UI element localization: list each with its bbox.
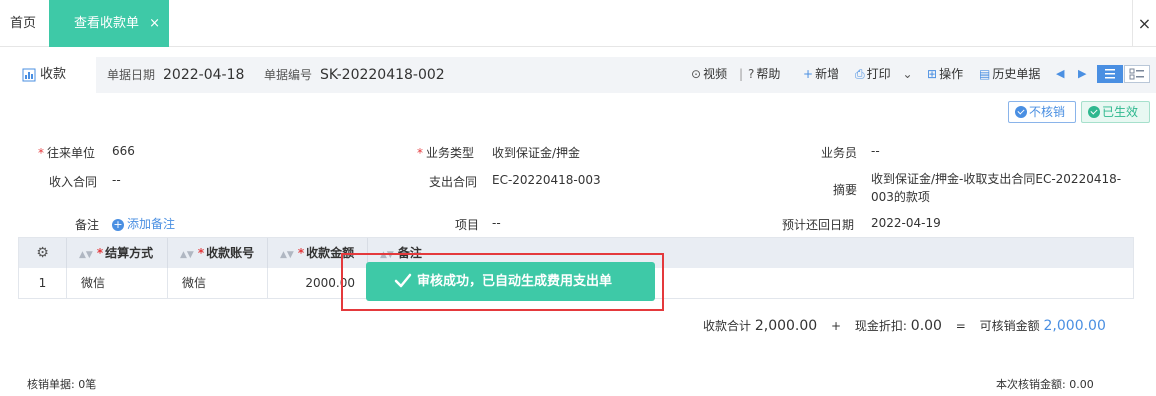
return-date-value: 2022-04-19 <box>871 216 941 230</box>
receipt-total-label: 收款合计 <box>703 319 752 333</box>
card-view-button[interactable] <box>1124 65 1150 83</box>
current-verify-amount: 本次核销金额: 0.00 <box>996 378 1094 391</box>
header-settlement-method[interactable]: ▲▼ * 结算方式 <box>67 238 168 268</box>
row-index: 1 <box>19 268 67 299</box>
grid-icon: ⊞ <box>927 67 938 81</box>
help-icon: ? <box>748 67 755 81</box>
check-circle-icon <box>1015 106 1027 118</box>
tab-close-icon[interactable]: × <box>149 0 160 47</box>
toolbar-separator: | <box>739 67 744 81</box>
check-circle-icon <box>1088 106 1100 118</box>
plus-sign: + <box>831 319 842 333</box>
tab-home[interactable]: 首页 <box>0 0 46 47</box>
remark-label: 备注 <box>75 218 100 232</box>
operate-label: 操作 <box>939 67 964 81</box>
summary-value: 收到保证金/押金-收取支出合同EC-20220418-003的款项 <box>871 172 1122 204</box>
status-effective-label: 已生效 <box>1102 105 1139 119</box>
close-all-tabs-icon[interactable]: × <box>1132 0 1156 47</box>
tab-bar: 首页 查看收款单 × × <box>0 0 1156 47</box>
add-label: 新增 <box>815 67 840 81</box>
prev-arrow-icon[interactable]: ◀ <box>1056 57 1064 91</box>
help-button[interactable]: ? 帮助 <box>748 57 780 91</box>
verifiable-label: 可核销金额 <box>979 319 1040 333</box>
discount-label: 现金折扣: <box>854 319 907 333</box>
sort-icon[interactable]: ▲▼ <box>280 250 294 260</box>
expense-contract-label: 支出合同 <box>429 175 478 189</box>
expense-contract-value[interactable]: EC-20220418-003 <box>492 173 601 187</box>
tab-view-receipt[interactable]: 查看收款单 × <box>49 0 169 47</box>
status-unverified-label: 不核销 <box>1029 105 1066 119</box>
gear-icon[interactable]: ⚙ <box>36 245 49 261</box>
add-button[interactable]: + 新增 <box>803 57 839 91</box>
column-settings[interactable]: ⚙ <box>19 238 67 268</box>
biz-type-label: * 业务类型 <box>417 146 475 160</box>
toast-message: 审核成功，已自动生成费用支出单 <box>417 274 613 289</box>
print-button[interactable]: ⎙ 打印 ⌄ <box>855 57 913 91</box>
project-label: 项目 <box>455 218 480 232</box>
totals-row: 收款合计 2,000.00 + 现金折扣: 0.00 = 可核销金额 2,000… <box>703 316 1106 336</box>
income-contract-value: -- <box>112 173 121 187</box>
status-badge-unverified: 不核销 <box>1008 101 1076 123</box>
summary-label: 摘要 <box>833 183 858 197</box>
equals-sign: = <box>955 319 966 333</box>
sort-icon[interactable]: ▲▼ <box>180 250 194 260</box>
history-button[interactable]: ▤ 历史单据 <box>979 57 1040 91</box>
printer-icon: ⎙ <box>855 67 865 81</box>
salesman-label: 业务员 <box>821 146 858 160</box>
verify-docs-count: 核销单据: 0笔 <box>27 378 97 391</box>
salesman-value: -- <box>871 144 880 158</box>
add-remark-label: 添加备注 <box>127 217 176 231</box>
help-label: 帮助 <box>756 67 781 81</box>
discount-value: 0.00 <box>910 318 942 334</box>
verifiable-value: 2,000.00 <box>1043 318 1106 334</box>
project-value: -- <box>492 216 501 230</box>
operate-button[interactable]: ⊞ 操作 <box>927 57 963 91</box>
chevron-down-icon[interactable]: ⌄ <box>902 67 912 81</box>
partner-value: 666 <box>112 144 135 158</box>
receipt-total-value: 2,000.00 <box>754 318 818 334</box>
success-toast: 审核成功，已自动生成费用支出单 <box>366 262 655 301</box>
add-remark-link[interactable]: + 添加备注 <box>112 215 175 232</box>
list-view-button[interactable] <box>1097 65 1123 83</box>
partner-label: * 往来单位 <box>38 146 96 160</box>
plus-icon: + <box>803 67 814 81</box>
header-receipt-account[interactable]: ▲▼ * 收款账号 <box>168 238 268 268</box>
history-label: 历史单据 <box>992 67 1041 81</box>
status-badge-effective: 已生效 <box>1081 101 1150 123</box>
income-contract-label: 收入合同 <box>49 175 98 189</box>
print-label: 打印 <box>866 67 891 81</box>
biz-type-value: 收到保证金/押金 <box>492 146 581 160</box>
document-header: 收款 单据日期 2022-04-18 单据编号 SK-20220418-002 ⊙ 视… <box>0 57 1156 93</box>
plus-circle-icon: + <box>112 218 124 231</box>
tab-view-receipt-label: 查看收款单 <box>74 16 140 31</box>
list-icon <box>1105 69 1115 79</box>
cell-receipt-account: 微信 <box>168 268 268 299</box>
card-list-icon <box>1129 68 1144 80</box>
video-label: 视频 <box>703 67 728 81</box>
checkmark-icon <box>394 273 412 288</box>
sort-icon[interactable]: ▲▼ <box>79 250 93 260</box>
toolbar: ⊙ 视频 | ? 帮助 + 新增 ⎙ 打印 ⌄ ⊞ 操作 ▤ 历史单据 ◀ ▶ <box>0 57 1156 93</box>
return-date-label: 预计还回日期 <box>782 218 855 232</box>
video-button[interactable]: ⊙ 视频 <box>691 57 727 91</box>
play-icon: ⊙ <box>691 67 702 81</box>
next-arrow-icon[interactable]: ▶ <box>1078 57 1086 91</box>
cell-settlement-method: 微信 <box>67 268 168 299</box>
document-icon: ▤ <box>979 67 991 81</box>
